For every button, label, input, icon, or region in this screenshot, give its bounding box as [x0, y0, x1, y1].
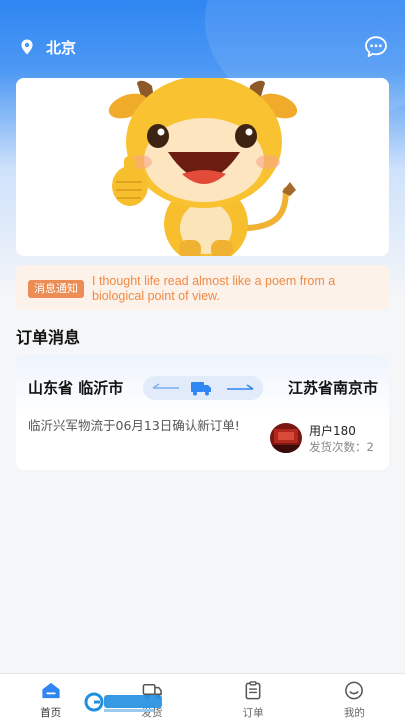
- notice-text: I thought life read almost like a poem f…: [92, 274, 336, 303]
- location-pin-icon: [21, 39, 33, 55]
- destination-city: 江苏省南京市: [287, 379, 378, 397]
- user-name: 用户180: [309, 424, 356, 438]
- tab-label: 订单: [242, 707, 264, 719]
- tab-home[interactable]: 首页: [0, 674, 101, 720]
- origin-city: 山东省 临沂市: [28, 379, 124, 397]
- truck-icon: [142, 684, 162, 699]
- top-bar: 北京: [0, 32, 405, 62]
- tab-label: 发货: [141, 707, 163, 719]
- order-route: 山东省 临沂市 江苏省南京市: [16, 373, 389, 403]
- truck-icon: [191, 382, 211, 396]
- tab-label: 我的: [343, 707, 365, 719]
- smile-face-icon: [345, 681, 364, 700]
- chat-bubble-icon[interactable]: [363, 34, 389, 60]
- tab-profile[interactable]: 我的: [304, 674, 405, 720]
- banner-carousel[interactable]: [16, 78, 389, 256]
- order-description: 临沂兴军物流于06月13日确认新订单!: [28, 418, 240, 433]
- notice-bar[interactable]: 消息通知 I thought life read almost like a p…: [16, 265, 389, 310]
- tab-orders[interactable]: 订单: [203, 674, 304, 720]
- avatar: [270, 423, 302, 453]
- ship-count: 发货次数：2: [309, 440, 374, 454]
- bottom-tab-bar: 首页 发货 订单 我的: [0, 673, 405, 720]
- home-icon: [42, 682, 60, 699]
- cow-mascot-illustration: [16, 78, 389, 256]
- order-message-card[interactable]: 山东省 临沂市 江苏省南京市 临沂兴军物流于06月13日确认新订单! 用户180…: [16, 355, 389, 470]
- notice-tag: 消息通知: [28, 280, 84, 298]
- section-title: 订单消息: [16, 328, 81, 347]
- location-selector[interactable]: 北京: [18, 37, 76, 58]
- route-arrow: [143, 376, 263, 400]
- tab-ship[interactable]: 发货: [101, 674, 202, 720]
- city-label: 北京: [46, 38, 77, 57]
- tab-label: 首页: [40, 707, 62, 719]
- clipboard-icon: [245, 681, 261, 700]
